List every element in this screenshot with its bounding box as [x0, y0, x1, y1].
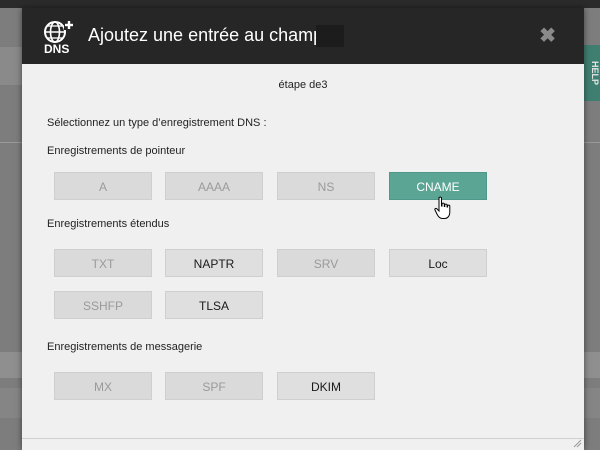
- background-topbar: [0, 0, 600, 8]
- record-type-tlsa-button[interactable]: TLSA: [165, 291, 263, 319]
- record-type-sshfp-button[interactable]: SSHFP: [54, 291, 152, 319]
- step-indicator: étape de3: [278, 79, 328, 91]
- dns-globe-icon: DNS: [44, 20, 74, 55]
- redacted-field-name: [316, 25, 344, 47]
- dialog-footer-divider: [22, 438, 584, 439]
- record-type-aaaa-button[interactable]: AAAA: [165, 172, 263, 200]
- close-icon[interactable]: ✖: [539, 23, 556, 48]
- hand-pointer-icon: [434, 196, 451, 219]
- dialog-header: DNS Ajoutez une entrée au champ : ✖: [22, 8, 584, 64]
- record-type-spf-button[interactable]: SPF: [165, 372, 263, 400]
- record-type-txt-button[interactable]: TXT: [54, 249, 152, 277]
- section-messaging-records: Enregistrements de messagerie: [47, 341, 203, 353]
- resize-grip-icon[interactable]: [572, 438, 582, 448]
- record-type-naptr-button[interactable]: NAPTR: [165, 249, 263, 277]
- section-extended-records: Enregistrements étendus: [47, 218, 170, 230]
- dns-logo-text: DNS: [44, 42, 69, 55]
- record-type-mx-button[interactable]: MX: [54, 372, 152, 400]
- section-pointer-records: Enregistrements de pointeur: [47, 145, 186, 157]
- dialog-title: Ajoutez une entrée au champ :: [88, 25, 334, 45]
- record-type-dkim-button[interactable]: DKIM: [277, 372, 375, 400]
- record-type-a-button[interactable]: A: [54, 172, 152, 200]
- help-tab[interactable]: HELP: [582, 45, 600, 101]
- record-type-srv-button[interactable]: SRV: [277, 249, 375, 277]
- add-dns-record-dialog: DNS Ajoutez une entrée au champ : ✖ étap…: [22, 8, 584, 450]
- record-type-ns-button[interactable]: NS: [277, 172, 375, 200]
- record-type-prompt: Sélectionnez un type d’enregistrement DN…: [47, 117, 267, 129]
- record-type-loc-button[interactable]: Loc: [389, 249, 487, 277]
